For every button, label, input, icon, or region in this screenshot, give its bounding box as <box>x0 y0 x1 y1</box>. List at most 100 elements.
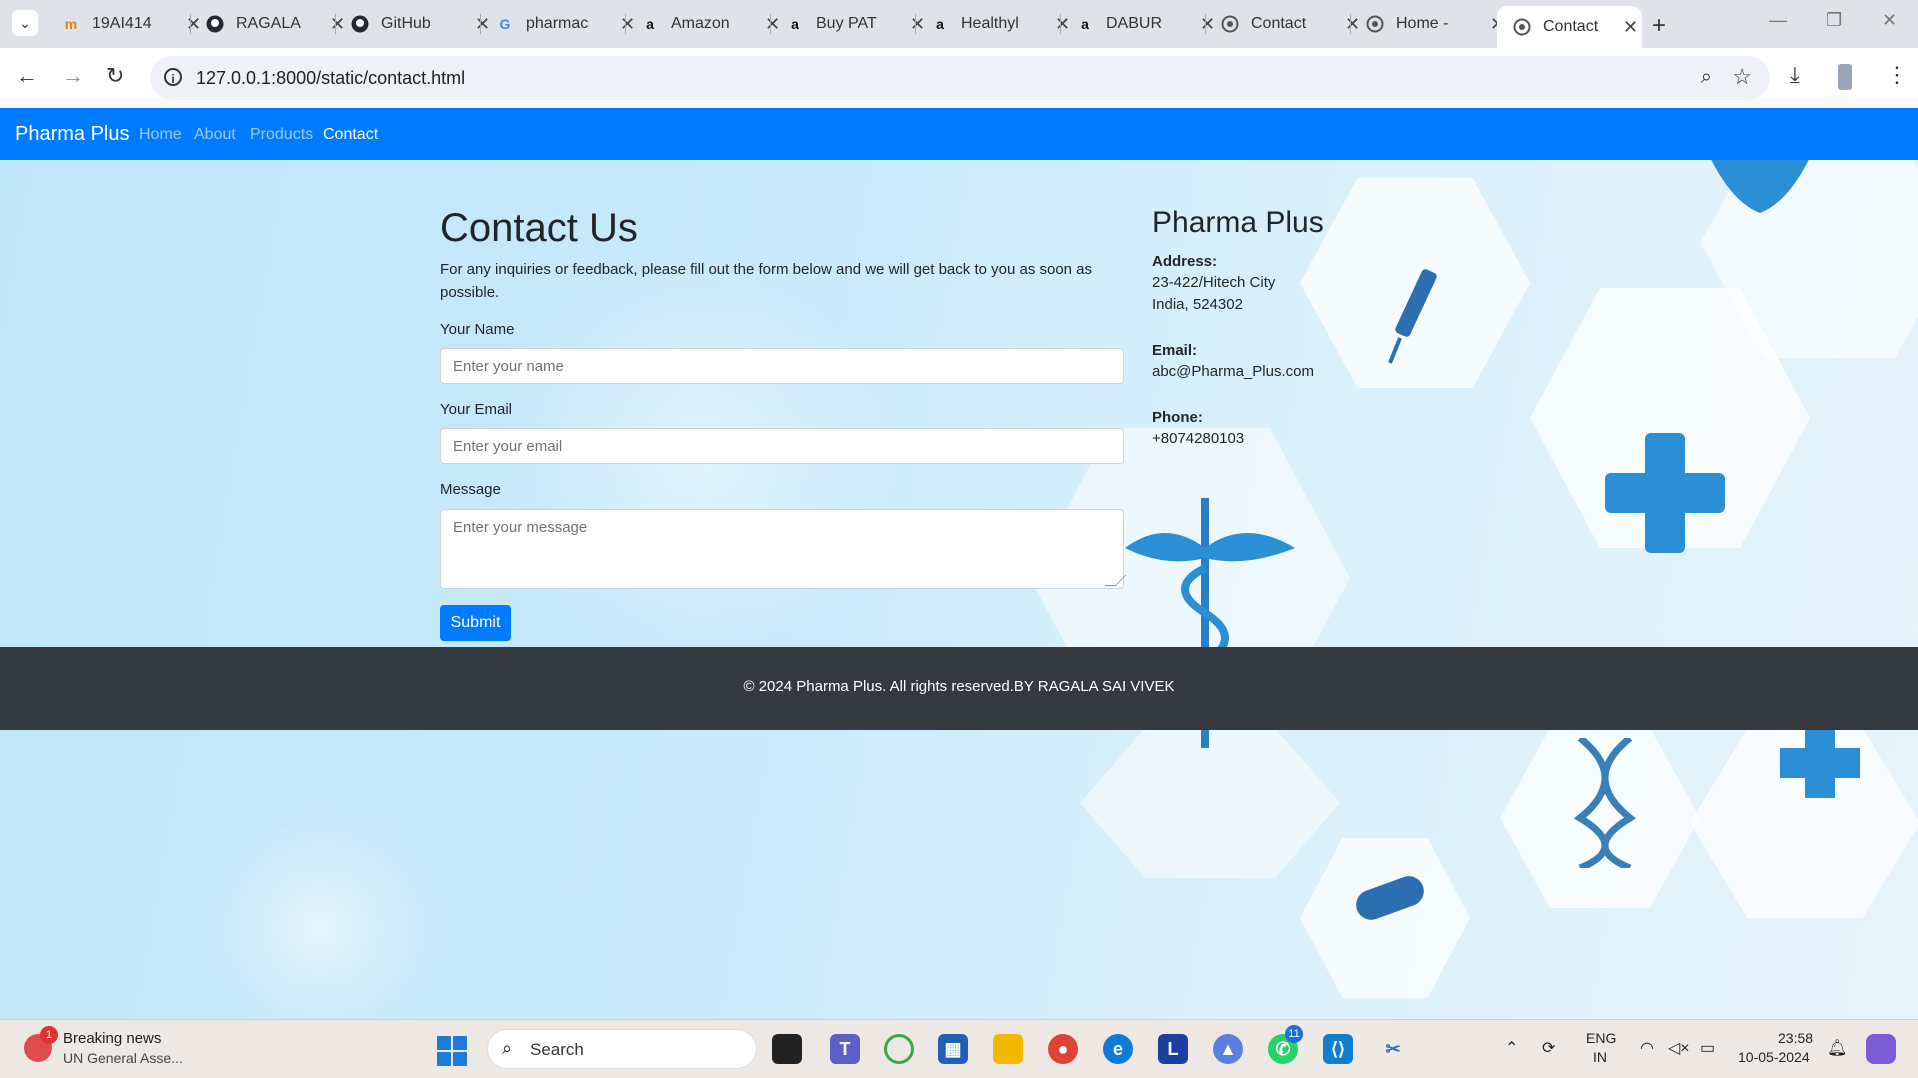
tab-strip: ⌄ m 19AI414 ✕ RAGALA ✕ GitHub ✕ G pharma… <box>0 0 1918 48</box>
browser-toolbar: ← → ↻ i 127.0.0.1:8000/static/contact.ht… <box>0 48 1918 108</box>
clock-date[interactable]: 10-05-2024 <box>1738 1049 1810 1065</box>
address-bar[interactable]: i 127.0.0.1:8000/static/contact.html ⌕ ☆ <box>150 56 1770 100</box>
taskbar-search[interactable]: ⌕ Search <box>487 1029 757 1069</box>
window-close-icon[interactable]: ✕ <box>1882 10 1897 31</box>
bookmark-star-icon[interactable]: ☆ <box>1732 64 1752 90</box>
tab-search-button[interactable]: ⌄ <box>12 10 38 36</box>
tab-7[interactable]: a Healthyl ✕ <box>915 4 1070 44</box>
address-line2: India, 524302 <box>1152 296 1243 313</box>
refresh-app-icon[interactable] <box>884 1034 914 1064</box>
site-info-icon[interactable]: i <box>164 68 182 86</box>
footer-text: © 2024 Pharma Plus. All rights reserved.… <box>743 678 1175 695</box>
message-placeholder: Enter your message <box>453 519 588 536</box>
profile-avatar[interactable] <box>1838 64 1852 90</box>
intro-text: For any inquiries or feedback, please fi… <box>440 261 1093 301</box>
back-icon[interactable]: ← <box>16 63 38 89</box>
minimize-icon[interactable]: — <box>1769 10 1787 31</box>
zoom-icon[interactable]: ⌕ <box>1701 66 1712 89</box>
tab-11-active[interactable]: Contact ✕ <box>1497 6 1642 48</box>
file-explorer-icon[interactable] <box>993 1034 1023 1064</box>
triangle-app-icon[interactable]: ▲ <box>1213 1034 1243 1064</box>
medical-cross-icon <box>1605 433 1725 553</box>
snipping-tool-icon[interactable]: ✂ <box>1378 1034 1408 1064</box>
tab-1[interactable]: m 19AI414 ✕ <box>46 4 201 44</box>
m-icon: m <box>64 16 78 32</box>
syringe-icon <box>1388 269 1437 364</box>
nav-about[interactable]: About <box>194 126 236 144</box>
submit-button[interactable]: Submit <box>440 605 511 641</box>
phone-value: +8074280103 <box>1152 430 1245 447</box>
menu-kebab-icon[interactable]: ⋮ <box>1886 62 1908 88</box>
nav-products[interactable]: Products <box>250 126 313 144</box>
search-icon: ⌕ <box>502 1038 513 1058</box>
email-value: abc@Pharma_Plus.com <box>1152 363 1314 380</box>
sync-icon[interactable]: ⟳ <box>1542 1038 1555 1058</box>
store-icon[interactable]: ▦ <box>938 1034 968 1064</box>
tab-9[interactable]: Contact ✕ <box>1205 4 1360 44</box>
address-label: Address: <box>1152 253 1218 270</box>
amazon-icon: a <box>1081 16 1089 32</box>
email-input[interactable]: Enter your email <box>440 428 1124 464</box>
tab-10[interactable]: Home - ✕ <box>1350 4 1505 44</box>
address-line1: 23-422/Hitech City <box>1152 274 1276 291</box>
dna-icon <box>1573 738 1637 868</box>
language-indicator[interactable]: ENG <box>1586 1030 1616 1046</box>
globe-icon <box>1366 15 1384 33</box>
amazon-icon: a <box>791 16 799 32</box>
github-icon <box>206 15 224 33</box>
tab-2[interactable]: RAGALA ✕ <box>190 4 345 44</box>
restore-icon[interactable]: ❐ <box>1826 10 1842 31</box>
email-label: Your Email <box>440 401 512 418</box>
globe-icon <box>1513 18 1531 36</box>
page-title: Contact Us <box>440 206 638 250</box>
news-title[interactable]: Breaking news <box>63 1030 161 1047</box>
github-icon <box>351 15 369 33</box>
wifi-icon[interactable]: ◠ <box>1640 1038 1654 1058</box>
clock-time[interactable]: 23:58 <box>1778 1030 1813 1046</box>
amazon-icon: a <box>646 16 654 32</box>
tab-3[interactable]: GitHub ✕ <box>335 4 490 44</box>
small-cross-icon <box>1780 728 1860 798</box>
globe-icon <box>1221 15 1239 33</box>
tab-5[interactable]: a Amazon ✕ <box>625 4 780 44</box>
battery-icon[interactable]: ▭ <box>1700 1038 1715 1058</box>
chrome-icon[interactable]: ● <box>1048 1034 1078 1064</box>
email-info-label: Email: <box>1152 342 1198 359</box>
new-tab-button[interactable]: + <box>1652 12 1666 40</box>
pill-icon <box>1356 876 1424 920</box>
amazon-icon: a <box>936 16 944 32</box>
page-content: Pharma Plus Home About Products Contact … <box>0 108 1918 1019</box>
teams-icon[interactable]: T <box>830 1034 860 1064</box>
edge-icon[interactable]: e <box>1103 1034 1133 1064</box>
message-textarea[interactable]: Enter your message <box>440 509 1127 589</box>
url-text[interactable]: 127.0.0.1:8000/static/contact.html <box>196 68 465 89</box>
volume-muted-icon[interactable]: ◁× <box>1668 1038 1690 1058</box>
windows-start-icon[interactable] <box>437 1036 467 1066</box>
forward-icon[interactable]: → <box>62 63 84 89</box>
google-icon: G <box>499 16 511 32</box>
vscode-icon[interactable]: ⟨⟩ <box>1323 1034 1353 1064</box>
name-label: Your Name <box>440 321 515 338</box>
tab-8[interactable]: a DABUR ✕ <box>1060 4 1215 44</box>
copilot-icon[interactable] <box>1866 1034 1896 1064</box>
download-icon[interactable]: ⤓ <box>1790 62 1800 88</box>
resize-handle-icon[interactable] <box>1104 575 1127 586</box>
brand-logo[interactable]: Pharma Plus <box>15 123 130 146</box>
l-app-icon[interactable]: L <box>1158 1034 1188 1064</box>
site-footer: © 2024 Pharma Plus. All rights reserved.… <box>0 647 1918 730</box>
name-input[interactable]: Enter your name <box>440 348 1124 384</box>
nav-contact[interactable]: Contact <box>323 126 378 144</box>
notification-bell-icon[interactable]: 🔔︎ <box>1827 1038 1847 1058</box>
tab-6[interactable]: a Buy PAT ✕ <box>770 4 925 44</box>
sidebar-title: Pharma Plus <box>1152 206 1324 239</box>
nav-home[interactable]: Home <box>139 126 182 144</box>
tab-4[interactable]: G pharmac ✕ <box>480 4 636 44</box>
task-view-icon[interactable] <box>772 1034 802 1064</box>
reload-icon[interactable]: ↻ <box>106 63 124 89</box>
close-icon[interactable]: ✕ <box>1623 17 1638 38</box>
news-subtitle[interactable]: UN General Asse... <box>63 1050 183 1066</box>
whatsapp-badge: 11 <box>1285 1025 1303 1043</box>
site-navbar: Pharma Plus Home About Products Contact <box>0 108 1918 160</box>
region-indicator[interactable]: IN <box>1593 1049 1607 1065</box>
show-hidden-icons-chevron[interactable]: ⌃ <box>1505 1038 1518 1058</box>
